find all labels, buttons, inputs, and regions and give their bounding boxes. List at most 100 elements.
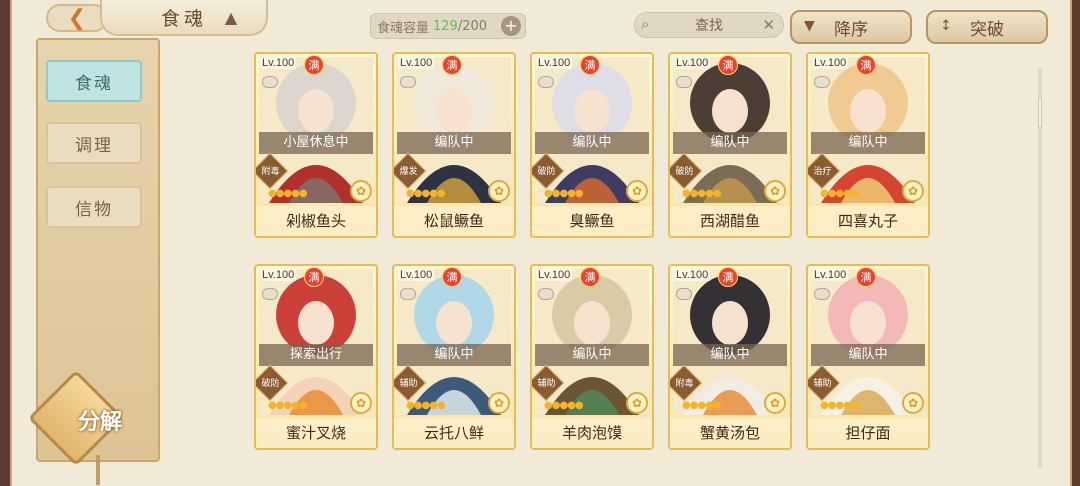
chat-bubble-icon <box>400 76 416 88</box>
top-bar: ❮ 食魂 ▲ 食魂容量 129 /200 + ⌕ 查找 ✕ ▼ 降序 ↕ 突破 <box>12 0 1070 44</box>
max-badge: 满 <box>856 267 876 287</box>
decompose-label[interactable]: 分解 <box>60 404 140 435</box>
star-rating: ●●●●● <box>544 400 584 411</box>
flower-medal-icon: ✿ <box>626 180 648 202</box>
character-name: 四喜丸子 <box>808 206 928 236</box>
plus-icon: + <box>504 16 518 35</box>
capacity-max: /200 <box>457 18 488 34</box>
search-input[interactable]: ⌕ 查找 ✕ <box>634 12 784 38</box>
food-soul-card[interactable]: Lv.100 满 编队中 治疗 ●●●●● ✿ 四喜丸子 <box>806 52 930 238</box>
star-rating: ●●●●● <box>820 188 860 199</box>
level-label: Lv.100 <box>674 269 711 281</box>
status-label: 编队中 <box>811 132 925 154</box>
level-label: Lv.100 <box>812 269 849 281</box>
character-name: 蜜汁叉烧 <box>256 418 376 448</box>
flower-medal-icon: ✿ <box>626 392 648 414</box>
status-label: 编队中 <box>397 132 511 154</box>
chat-bubble-icon <box>400 288 416 300</box>
status-label: 编队中 <box>811 344 925 366</box>
sidebar-item-tokens[interactable]: 信物 <box>46 186 142 228</box>
status-label: 编队中 <box>673 132 787 154</box>
character-name: 西湖醋鱼 <box>670 206 790 236</box>
sidebar-item-conditioning[interactable]: 调理 <box>46 122 142 164</box>
star-rating: ●●●●● <box>820 400 860 411</box>
character-name: 蟹黄汤包 <box>670 418 790 448</box>
capacity-label: 食魂容量 <box>377 20 430 36</box>
max-badge: 满 <box>718 55 738 75</box>
star-rating: ●●●●● <box>406 188 446 199</box>
role-label: 附毒 <box>261 167 280 177</box>
sort-down-icon: ▼ <box>804 18 815 34</box>
sort-label: 降序 <box>834 19 868 40</box>
flower-medal-icon: ✿ <box>902 180 924 202</box>
role-label: 辅助 <box>813 379 832 389</box>
game-frame: ❮ 食魂 ▲ 食魂容量 129 /200 + ⌕ 查找 ✕ ▼ 降序 ↕ 突破 … <box>10 0 1072 486</box>
food-soul-card[interactable]: Lv.100 满 编队中 爆发 ●●●●● ✿ 松鼠鳜鱼 <box>392 52 516 238</box>
max-badge: 满 <box>304 267 324 287</box>
back-button[interactable]: ❮ <box>46 4 108 32</box>
level-label: Lv.100 <box>812 57 849 69</box>
flower-medal-icon: ✿ <box>488 180 510 202</box>
role-label: 辅助 <box>537 379 556 389</box>
flower-medal-icon: ✿ <box>902 392 924 414</box>
capacity-display: 食魂容量 129 /200 + <box>370 13 526 39</box>
character-name: 臭鳜鱼 <box>532 206 652 236</box>
chat-bubble-icon <box>676 288 692 300</box>
food-soul-card[interactable]: Lv.100 满 编队中 辅助 ●●●●● ✿ 云托八鲜 <box>392 264 516 450</box>
status-label: 编队中 <box>397 344 511 366</box>
level-label: Lv.100 <box>674 57 711 69</box>
sidebar-item-food-soul[interactable]: 食魂 <box>46 60 142 102</box>
food-soul-card[interactable]: Lv.100 满 编队中 破防 ●●●●● ✿ 臭鳜鱼 <box>530 52 654 238</box>
character-name: 剁椒鱼头 <box>256 206 376 236</box>
star-rating: ●●●●● <box>682 400 722 411</box>
food-soul-card[interactable]: Lv.100 满 编队中 辅助 ●●●●● ✿ 羊肉泡馍 <box>530 264 654 450</box>
search-placeholder: 查找 <box>695 18 723 34</box>
status-label: 编队中 <box>535 344 649 366</box>
character-name: 羊肉泡馍 <box>532 418 652 448</box>
chat-bubble-icon <box>538 288 554 300</box>
food-soul-card[interactable]: Lv.100 满 小屋休息中 附毒 ●●●●● ✿ 剁椒鱼头 <box>254 52 378 238</box>
capacity-plus-button[interactable]: + <box>501 16 521 36</box>
role-label: 破防 <box>261 379 280 389</box>
back-arrow-icon: ❮ <box>67 5 87 31</box>
level-label: Lv.100 <box>398 57 435 69</box>
level-label: Lv.100 <box>260 269 297 281</box>
chat-bubble-icon <box>676 76 692 88</box>
role-label: 破防 <box>537 167 556 177</box>
status-label: 编队中 <box>673 344 787 366</box>
scroll-thumb[interactable] <box>1038 98 1042 128</box>
role-label: 辅助 <box>399 379 418 389</box>
sort-button[interactable]: ▼ 降序 <box>790 10 912 44</box>
page-title: 食魂 <box>100 0 268 36</box>
crown-icon[interactable]: ▲ <box>220 8 242 27</box>
food-soul-card[interactable]: Lv.100 满 编队中 破防 ●●●●● ✿ 西湖醋鱼 <box>668 52 792 238</box>
flower-medal-icon: ✿ <box>764 392 786 414</box>
food-soul-card[interactable]: Lv.100 满 编队中 附毒 ●●●●● ✿ 蟹黄汤包 <box>668 264 792 450</box>
breakthrough-label: 突破 <box>970 19 1004 40</box>
breakthrough-button[interactable]: ↕ 突破 <box>926 10 1048 44</box>
star-rating: ●●●●● <box>268 188 308 199</box>
capacity-current: 129 <box>433 18 458 34</box>
level-label: Lv.100 <box>398 269 435 281</box>
character-name: 担仔面 <box>808 418 928 448</box>
search-icon: ⌕ <box>641 15 650 33</box>
character-name: 云托八鲜 <box>394 418 514 448</box>
chat-bubble-icon <box>262 76 278 88</box>
chat-bubble-icon <box>814 76 830 88</box>
flower-medal-icon: ✿ <box>350 180 372 202</box>
star-rating: ●●●●● <box>268 400 308 411</box>
star-rating: ●●●●● <box>406 400 446 411</box>
food-soul-card[interactable]: Lv.100 满 探索出行 破防 ●●●●● ✿ 蜜汁叉烧 <box>254 264 378 450</box>
flower-medal-icon: ✿ <box>488 392 510 414</box>
chat-bubble-icon <box>538 76 554 88</box>
max-badge: 满 <box>580 55 600 75</box>
status-label: 探索出行 <box>259 344 373 366</box>
clear-icon[interactable]: ✕ <box>762 16 775 34</box>
max-badge: 满 <box>442 55 462 75</box>
food-soul-card[interactable]: Lv.100 满 编队中 辅助 ●●●●● ✿ 担仔面 <box>806 264 930 450</box>
level-label: Lv.100 <box>536 269 573 281</box>
scrollbar[interactable] <box>1038 68 1042 468</box>
chat-bubble-icon <box>262 288 278 300</box>
max-badge: 满 <box>442 267 462 287</box>
max-badge: 满 <box>856 55 876 75</box>
